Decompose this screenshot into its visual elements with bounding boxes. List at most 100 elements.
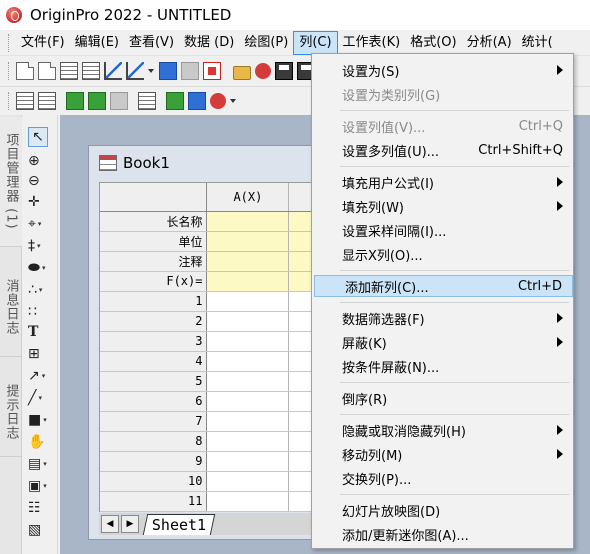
insert-graph-icon[interactable]: ▣ ▾ [28,477,52,495]
open-template-icon[interactable] [255,63,271,79]
cell[interactable] [206,371,290,392]
zoom-in-icon[interactable]: ⊕ [28,152,52,170]
graph-object-icon[interactable]: ▤ ▾ [28,455,52,473]
new-workbook-icon[interactable] [38,62,56,80]
toolbar-grip[interactable] [8,62,11,80]
rectangle-tool-icon[interactable]: ■ ▾ [28,411,52,429]
column-menu-item[interactable]: 填充列(W) [312,195,573,217]
menu-statistics[interactable]: 统计( [517,31,558,55]
cell[interactable] [206,451,290,472]
worksheet-grid[interactable]: A(X) 长名称 单位 注释 F(x)= 1 2 3 4 5 6 7 8 9 1… [99,182,347,512]
column-menu-item[interactable]: 移动列(M) [312,443,573,465]
column-menu-item[interactable]: 按条件屏蔽(N)... [312,355,573,377]
tab-project-explorer[interactable]: 项目管理器 (1) [0,117,22,247]
menu-worksheet[interactable]: 工作表(K) [338,31,406,55]
row-label-comments[interactable]: 注释 [100,251,208,272]
corner-cell[interactable] [100,183,208,212]
column-properties-icon[interactable] [110,91,128,110]
row-number[interactable]: 1 [100,291,208,312]
row-number[interactable]: 9 [100,451,208,472]
data-selector-icon[interactable]: ‡ ▾ [28,237,52,255]
row-number[interactable]: 6 [100,391,208,412]
next-sheet-icon[interactable]: ▶ [121,515,139,533]
column-menu-item[interactable]: 设置为(S) [312,59,573,81]
new-layout-icon[interactable] [159,62,177,80]
workbook-window[interactable]: Book1 A(X) 长名称 单位 注释 F(x)= 1 2 3 4 5 6 7… [88,145,348,540]
row-label-units[interactable]: 单位 [100,231,208,252]
hand-tool-icon[interactable]: ✋ [28,433,52,451]
cell[interactable] [206,471,290,492]
cell[interactable] [206,491,290,512]
new-notes-icon[interactable] [181,62,199,80]
chevron-down-icon[interactable] [148,69,154,73]
embed-object-icon[interactable]: ▧ [28,521,52,539]
new-matrix-icon[interactable] [60,62,78,80]
column-header-a[interactable]: A(X) [206,183,290,212]
menu-column[interactable]: 列(C) [293,30,338,55]
column-menu-item[interactable]: 显示X列(O)... [312,243,573,265]
menu-format[interactable]: 格式(O) [405,31,461,55]
column-menu-item[interactable]: 交换列(P)... [312,467,573,489]
cell[interactable] [206,331,290,352]
table-tool-icon[interactable]: ⊞ [28,345,52,363]
cell[interactable] [206,391,290,412]
cell[interactable] [206,431,290,452]
pointer-tool-icon[interactable]: ↖ [28,127,48,147]
tab-sheet1[interactable]: Sheet1 [142,514,216,535]
row-number[interactable]: 8 [100,431,208,452]
column-menu-item[interactable]: 幻灯片放映图(D) [312,499,573,521]
column-menu-item[interactable]: 填充用户公式(I) [312,171,573,193]
column-menu-item[interactable]: 数据筛选器(F) [312,307,573,329]
row-number[interactable]: 7 [100,411,208,432]
row-numbers-icon[interactable] [38,91,56,110]
arrange-layers-icon[interactable] [210,92,226,109]
row-label-formula[interactable]: F(x)= [100,271,208,292]
toolbar2-grip[interactable] [8,91,11,110]
column-menu-item[interactable]: 倒序(R) [312,387,573,409]
workbook-titlebar[interactable]: Book1 [89,146,347,180]
line-tool-icon[interactable]: ╱ ▾ [28,389,52,407]
arrow-tool-icon[interactable]: ↗ ▾ [28,367,52,385]
row-number[interactable]: 11 [100,491,208,512]
cell[interactable] [206,291,290,312]
menu-view[interactable]: 查看(V) [124,31,179,55]
cell[interactable] [206,251,290,272]
menu-plot[interactable]: 绘图(P) [239,31,293,55]
cell[interactable] [206,231,290,252]
column-menu-item[interactable]: 隐藏或取消隐藏列(H) [312,419,573,441]
row-label-long-name[interactable]: 长名称 [100,211,208,232]
cell[interactable] [206,211,290,232]
cell[interactable] [206,271,290,292]
text-tool-icon[interactable]: T [28,323,52,341]
stack-tool-icon[interactable]: ☷ [28,499,52,517]
menu-data[interactable]: 数据 (D) [179,31,239,55]
add-sheet-icon[interactable] [66,91,84,110]
new-project-icon[interactable] [16,62,34,80]
open-folder-icon[interactable] [233,66,251,80]
menu-file[interactable]: 文件(F) [16,31,70,55]
column-menu-item[interactable]: 屏蔽(K) [312,331,573,353]
row-number[interactable]: 3 [100,331,208,352]
column-menu-item[interactable]: 设置采样间隔(I)... [312,219,573,241]
add-column-icon[interactable] [88,91,106,110]
tab-message-log[interactable]: 消息日志 [0,257,22,357]
column-menu-item[interactable]: 添加新列(C)... Ctrl+D [314,275,573,297]
scatter-tool-icon[interactable]: ∷ [28,303,52,321]
save-project-icon[interactable] [275,62,293,80]
row-number[interactable]: 10 [100,471,208,492]
menu-edit[interactable]: 编辑(E) [70,31,124,55]
column-menu-item[interactable]: 添加/更新迷你图(A)... [312,523,573,545]
draw-data-icon[interactable]: ∴ ▾ [28,281,52,299]
new-pdf-icon[interactable] [203,62,221,80]
duplicate-icon[interactable] [138,91,156,110]
data-reader-icon[interactable]: ✛ [28,193,52,211]
prev-sheet-icon[interactable]: ◀ [101,515,119,533]
menu-analysis[interactable]: 分析(A) [462,31,517,55]
column-menu-item[interactable]: 设置多列值(U)... Ctrl+Shift+Q [312,139,573,161]
row-number[interactable]: 5 [100,371,208,392]
chevron-down-icon[interactable] [230,98,236,103]
add-layer-icon[interactable] [166,91,184,110]
mask-tool-icon[interactable]: ⬬ ▾ [28,259,52,277]
zoom-out-icon[interactable]: ⊖ [28,172,52,190]
new-graph-icon[interactable] [104,62,122,80]
